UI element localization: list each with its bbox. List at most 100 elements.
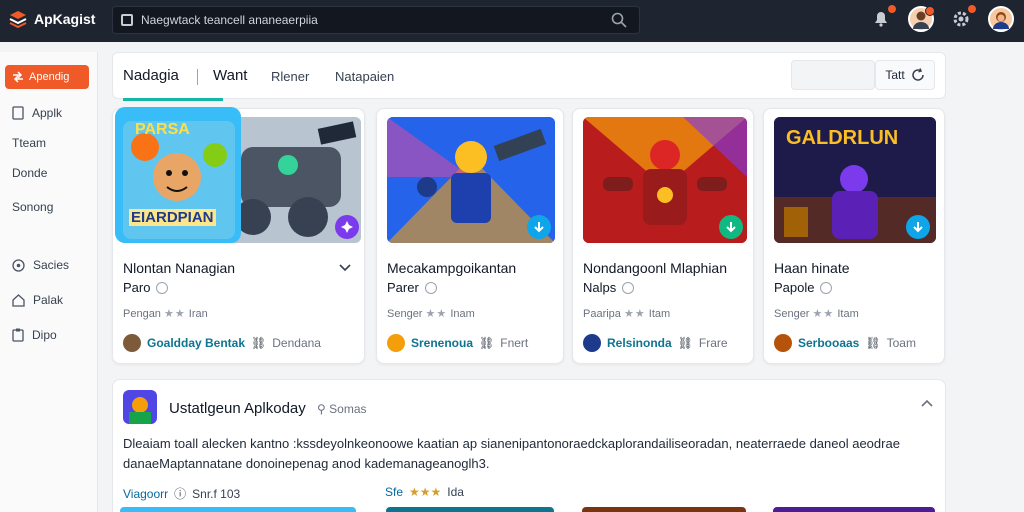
settings-button[interactable] [948, 4, 977, 32]
app-details-sub: ⚲ Somas [317, 402, 367, 416]
card-tag: Toam [886, 336, 916, 350]
card-meta-prefix: Senger [387, 308, 423, 320]
meta-link[interactable]: Sfe [385, 485, 403, 499]
app-card[interactable]: Mecakampgoikantan Parer Senger ★★ Inam S… [376, 108, 564, 364]
clipboard-icon [12, 328, 24, 342]
top-bar: ApKagist Naegwtack teancell ananeaerpiia [0, 0, 1024, 42]
search-input[interactable]: Naegwtack teancell ananeaerpiia [112, 6, 640, 34]
card-footer: Relsinonda ⛓ Frare [583, 334, 728, 352]
app-details-title: Ustatlgeun Aplkoday [169, 400, 306, 417]
info-icon [820, 281, 833, 294]
user-avatar-icon [993, 12, 1009, 29]
star-rating-icon: ★★ [425, 308, 448, 320]
active-tab-indicator [123, 98, 223, 101]
tab-nadagia[interactable]: Nadagia [123, 67, 179, 84]
card-meta: Senger ★★ Inam [387, 307, 475, 320]
author-link-icon: ⛓ [865, 336, 881, 350]
app-description: Dleaiam toall alecken kantno :kssdeyolnk… [123, 436, 900, 471]
info-icon [156, 281, 169, 294]
star-rating-icon: ★★ [623, 308, 646, 320]
sidebar-item-dipo[interactable]: Dipo [12, 328, 57, 342]
card-meta-prefix: Pengan [123, 308, 161, 320]
next-row-thumb [582, 507, 746, 512]
card-meta: Paaripa ★★ Itam [583, 307, 670, 320]
download-icon [726, 222, 736, 233]
chevron-down-icon[interactable] [339, 263, 351, 273]
sidebar: Apendig Applk Tteam Donde Sonong Sacies … [0, 52, 98, 512]
card-title: Nondangoonl Mlaphian [583, 260, 727, 276]
sidebar-item-donde[interactable]: Donde [12, 166, 47, 180]
document-icon [12, 106, 24, 120]
author-link[interactable]: Srenenoua [411, 336, 473, 350]
notification-button[interactable] [868, 4, 897, 32]
download-button[interactable] [527, 215, 551, 239]
tile-top-text: PARSA [135, 121, 190, 138]
info-icon [622, 281, 635, 294]
app-details-panel: Ustatlgeun Aplkoday ⚲ Somas Dleaiam toal… [112, 379, 946, 512]
author-link[interactable]: Relsinonda [607, 336, 672, 350]
tile-title-text: GALDRLUN [786, 127, 899, 149]
search-icon[interactable] [611, 12, 627, 28]
chevron-up-icon[interactable] [921, 398, 933, 408]
card-footer: Srenenoua ⛓ Fnert [387, 334, 528, 352]
filter-input[interactable] [791, 60, 875, 90]
meta-extra: Snr.f 103 [192, 486, 241, 501]
app-card[interactable]: Nondangoonl Mlaphian Nalps Paaripa ★★ It… [572, 108, 754, 364]
sidebar-item-palak[interactable]: Palak [12, 293, 63, 307]
sidebar-item-label: Applk [32, 106, 63, 120]
profile-avatar[interactable] [988, 6, 1014, 32]
download-button[interactable] [719, 215, 743, 239]
tab-natapaien[interactable]: Natapaien [335, 69, 394, 84]
app-card[interactable]: GALDRLUN Haan hinate Papole Senger ★★ It… [763, 108, 945, 364]
author-link[interactable]: Goaldday Bentak [147, 336, 245, 350]
next-row-thumb [386, 507, 554, 512]
info-small-icon: ⓘ [174, 487, 187, 501]
next-row-thumb [773, 507, 935, 512]
author-avatar [583, 334, 601, 352]
sidebar-item-sacies[interactable]: Sacies [12, 258, 69, 272]
app-card[interactable]: PARSA EIARDPIAN Nlontan Nanagian Paro Pe… [112, 107, 365, 364]
star-rating-icon: ★★★ [409, 485, 442, 499]
featured-game-tile[interactable]: PARSA EIARDPIAN [115, 107, 241, 243]
square-icon [121, 14, 133, 26]
sidebar-item-label: Dipo [32, 328, 57, 342]
info-icon [424, 281, 437, 294]
plugin-button[interactable] [335, 215, 359, 239]
sidebar-item-label: Tteam [12, 136, 47, 150]
app-logo-icon [9, 11, 27, 29]
sidebar-item-sonong[interactable]: Sonong [12, 200, 53, 214]
tab-want[interactable]: Want [213, 67, 247, 84]
meta-link[interactable]: Viagoorr [123, 487, 168, 501]
card-title: Mecakampgoikantan [387, 260, 517, 276]
card-meta: Senger ★★ Itam [774, 307, 859, 320]
card-meta-suffix: Itam [837, 308, 859, 320]
download-button[interactable] [906, 215, 930, 239]
card-subtitle-text: Papole [774, 280, 815, 295]
tile-title-text: EIARDPIAN [129, 209, 216, 226]
card-meta-suffix: Iran [188, 308, 208, 320]
sidebar-item-applk[interactable]: Applk [12, 106, 62, 120]
card-subtitle-text: Nalps [583, 280, 617, 295]
home-icon [12, 293, 25, 307]
notification-badge [887, 4, 897, 14]
sidebar-item-tteam[interactable]: Tteam [12, 136, 46, 150]
app-details-sub-text: Somas [329, 402, 367, 416]
app-details-icon [123, 390, 157, 424]
author-link[interactable]: Serbooaas [798, 336, 859, 350]
tab-rlener[interactable]: Rlener [271, 69, 309, 84]
sidebar-primary-button[interactable]: Apendig [5, 65, 89, 89]
author-link-icon: ⛓ [251, 336, 267, 350]
card-meta: Pengan ★★ Iran [123, 307, 208, 320]
author-link-icon: ⛓ [479, 336, 495, 350]
sidebar-item-label: Sacies [33, 258, 70, 272]
app-meta-left: Viagoorr ⓘ Snr.f 103 [123, 485, 240, 502]
card-subtitle: Nalps [583, 280, 635, 295]
app-meta-right: Sfe ★★★ Ida [385, 485, 464, 499]
avatar[interactable] [908, 6, 935, 32]
card-meta-prefix: Senger [774, 308, 810, 320]
plugin-icon [341, 221, 353, 233]
next-row-thumb [120, 507, 356, 512]
brand[interactable]: ApKagist [8, 9, 95, 29]
refresh-button[interactable]: Tatt [875, 60, 935, 90]
search-small-icon: ⚲ [317, 402, 326, 416]
